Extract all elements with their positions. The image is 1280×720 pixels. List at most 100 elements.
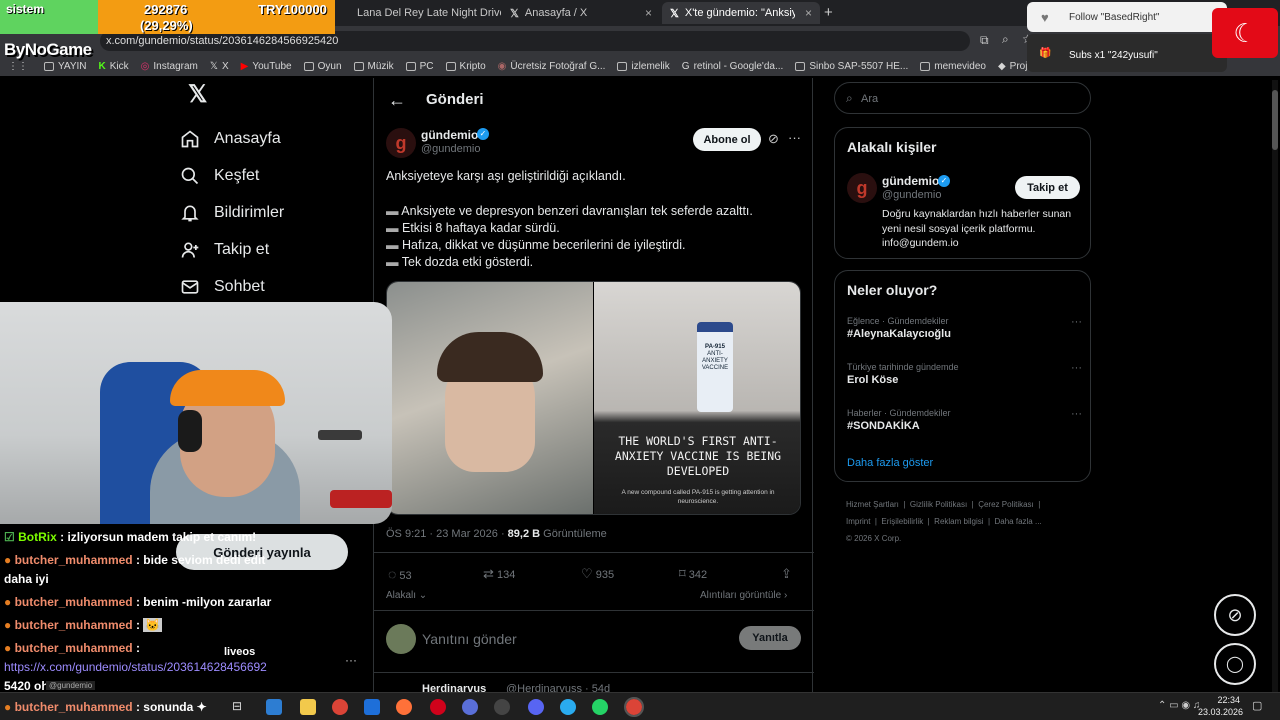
nav-chat[interactable]: Sohbet: [180, 268, 370, 305]
more-icon[interactable]: ···: [1071, 408, 1082, 420]
related-dropdown[interactable]: Alakalı ⌄: [386, 590, 427, 601]
close-icon[interactable]: ×: [805, 6, 812, 20]
system-tray-icons[interactable]: ⌃ ▭ ◉ ♫: [1158, 700, 1200, 711]
subscribe-button[interactable]: Abone ol: [693, 128, 761, 151]
chrome-icon[interactable]: [332, 699, 348, 715]
reply-button[interactable]: ◌ 53: [388, 566, 483, 582]
search-icon: ⌕: [846, 91, 853, 105]
firefox-icon[interactable]: [396, 699, 412, 715]
install-icon[interactable]: ⧉: [980, 33, 989, 48]
close-icon[interactable]: ×: [645, 6, 652, 20]
view-quotes-link[interactable]: Alıntıları görüntüle ›: [700, 590, 787, 601]
notification-center-icon[interactable]: ▢: [1252, 699, 1262, 712]
more-icon[interactable]: ···: [345, 653, 357, 667]
image-headline: THE WORLD'S FIRST ANTI-ANXIETY VACCINE I…: [614, 434, 782, 478]
bookmark-item[interactable]: izlemelik: [617, 61, 670, 72]
nav-notifications[interactable]: Bildirimler: [180, 194, 370, 231]
bookmark-item[interactable]: Müzik: [353, 61, 394, 72]
tab-lana-del-rey[interactable]: Lana Del Rey Late Night Drive×: [343, 2, 501, 24]
bookmark-item[interactable]: YAYIN: [44, 61, 87, 72]
footer-link[interactable]: Erişilebilirlik: [881, 517, 923, 526]
author-handle[interactable]: @gundemio: [421, 143, 480, 155]
new-tab-button[interactable]: +: [824, 4, 833, 21]
scrollbar-thumb[interactable]: [1272, 90, 1278, 150]
my-avatar[interactable]: [386, 624, 416, 654]
telegram-icon[interactable]: [560, 699, 576, 715]
more-icon[interactable]: ···: [1071, 362, 1082, 374]
tab-anasayfa[interactable]: 𝕏 Anasayfa / X ×: [502, 2, 660, 24]
account-switcher-name[interactable]: liveos: [224, 646, 255, 658]
bookmark-item[interactable]: K Kick: [99, 61, 129, 72]
clock-time[interactable]: 22:34: [1206, 695, 1240, 705]
footer-link[interactable]: Hizmet Şartları: [846, 500, 899, 509]
mail-icon[interactable]: [364, 699, 380, 715]
tab-title: Anasayfa / X: [524, 7, 588, 19]
chat-link[interactable]: https://x.com/gundemio/status/2036146284…: [4, 660, 267, 674]
footer-link[interactable]: Daha fazla ...: [995, 517, 1042, 526]
nav-follow[interactable]: Takip et: [180, 231, 370, 268]
post-timestamp[interactable]: ÖS 9:21 · 23 Mar 2026 ·: [386, 528, 508, 540]
like-button[interactable]: ♡ 935: [581, 566, 679, 582]
messages-float-icon[interactable]: ◯: [1214, 643, 1256, 685]
zoom-icon[interactable]: ⌕: [1002, 32, 1009, 47]
url-field[interactable]: x.com/gundemio/status/203614628456692542…: [100, 31, 970, 51]
bookmark-item[interactable]: Gretinol - Google'da...: [682, 61, 784, 72]
discord-icon[interactable]: [528, 699, 544, 715]
bookmark-item[interactable]: 𝕏X: [210, 61, 229, 72]
bookmark-item[interactable]: PC: [405, 61, 434, 72]
search-input[interactable]: ⌕ Ara: [834, 82, 1091, 114]
tab-gundemio-post[interactable]: 𝕏 X'te gündemio: "Anksiyeteye k ×: [662, 2, 820, 24]
chrome-active-icon[interactable]: [624, 697, 644, 717]
grok-icon[interactable]: ⊘: [768, 131, 779, 147]
webcam-overlay: [0, 302, 392, 524]
apps-icon[interactable]: ⋮⋮: [8, 61, 28, 72]
trend-item[interactable]: Eğlence · Gündemdekiler #AleynaKalaycıoğ…: [847, 316, 1082, 340]
reply-input[interactable]: Yanıtını gönder: [422, 631, 517, 647]
avatar[interactable]: g: [847, 173, 877, 203]
x-logo-icon[interactable]: 𝕏: [180, 80, 370, 120]
bookmark-item[interactable]: memevideo: [920, 61, 986, 72]
avatar[interactable]: g: [386, 128, 416, 158]
person-handle[interactable]: @gundemio: [882, 189, 941, 201]
bookmark-item[interactable]: Oyun: [303, 61, 342, 72]
bookmark-item[interactable]: ◎ Instagram: [141, 61, 198, 72]
chat-message: ● butcher_muhammed : 🐱: [4, 618, 163, 632]
person-name[interactable]: gündemio: [882, 174, 939, 188]
card-title: Neler oluyor?: [847, 282, 938, 298]
grok-float-icon[interactable]: ⊘: [1214, 594, 1256, 636]
file-explorer-icon[interactable]: [300, 699, 316, 715]
clock-date[interactable]: 23.03.2026: [1198, 707, 1243, 717]
obs-icon[interactable]: [494, 699, 510, 715]
footer-link[interactable]: Reklam bilgisi: [934, 517, 983, 526]
task-view-icon[interactable]: ⊟: [232, 699, 248, 715]
footer-link[interactable]: Çerez Politikası: [978, 500, 1034, 509]
back-arrow-icon[interactable]: ←: [388, 90, 406, 111]
app-icon[interactable]: [462, 699, 478, 715]
bookmark-button[interactable]: ⌑ 342: [679, 566, 781, 582]
follow-button[interactable]: Takip et: [1015, 176, 1080, 199]
bookmark-item[interactable]: Sinbo SAP-5507 HE...: [795, 61, 908, 72]
post-media[interactable]: PA-915 ANTI-ANXIETY VACCINE THE WORLD'S F…: [386, 281, 801, 515]
bookmark-item[interactable]: ▶ YouTube: [241, 61, 292, 72]
repost-button[interactable]: ⇄ 134: [483, 566, 581, 582]
bookmark-item[interactable]: ◉ Ücretsiz Fotoğraf G...: [498, 61, 606, 72]
more-icon[interactable]: ···: [788, 130, 801, 145]
nav-home[interactable]: Anasayfa: [180, 120, 370, 157]
share-icon[interactable]: ⇪: [781, 566, 792, 582]
footer-link[interactable]: Gizlilik Politikası: [910, 500, 967, 509]
scrollbar[interactable]: [1272, 80, 1278, 692]
card-title: Alakalı kişiler: [847, 139, 937, 155]
heart-icon: ♥: [1041, 10, 1049, 25]
reply-submit-button[interactable]: Yanıtla: [739, 626, 801, 650]
author-name[interactable]: gündemio: [421, 128, 478, 142]
show-more-link[interactable]: Daha fazla göster: [847, 457, 933, 469]
more-icon[interactable]: ···: [1071, 316, 1082, 328]
nav-explore[interactable]: Keşfet: [180, 157, 370, 194]
copilot-icon[interactable]: [266, 699, 282, 715]
opera-icon[interactable]: [430, 699, 446, 715]
trend-item[interactable]: Türkiye tarihinde gündemde Erol Köse ···: [847, 362, 1082, 386]
whatsapp-icon[interactable]: [592, 699, 608, 715]
bookmark-item[interactable]: Kripto: [445, 61, 486, 72]
footer-link[interactable]: Imprint: [846, 517, 870, 526]
trend-item[interactable]: Haberler · Gündemdekiler #SONDAKİKA ···: [847, 408, 1082, 432]
